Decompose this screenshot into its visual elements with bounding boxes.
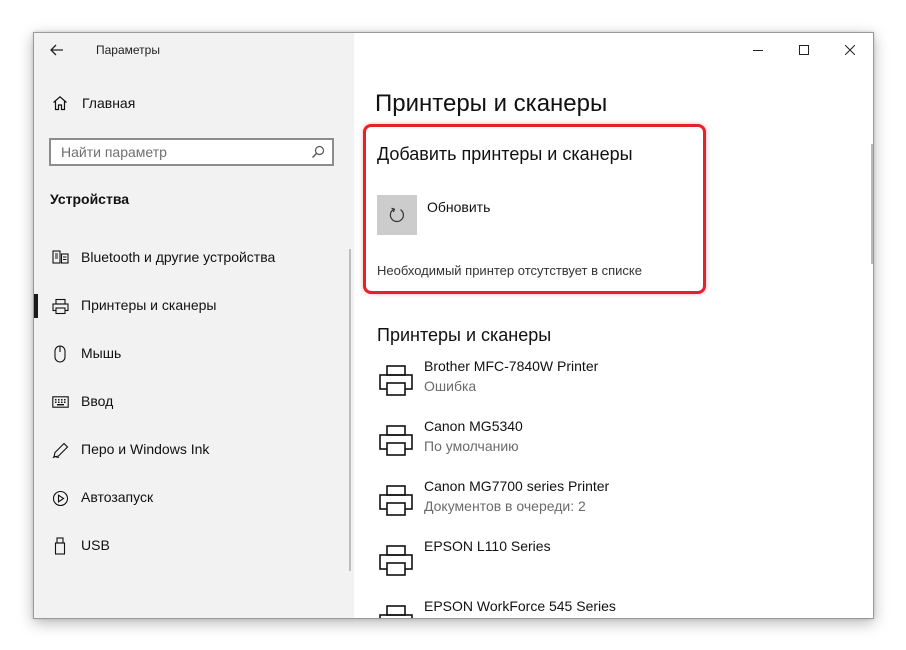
pen-icon bbox=[51, 441, 69, 459]
main-scrollbar[interactable] bbox=[871, 144, 873, 264]
printer-name: Canon MG7700 series Printer bbox=[424, 478, 610, 494]
mouse-icon bbox=[51, 345, 69, 363]
printer-icon bbox=[379, 605, 413, 618]
titlebar: Параметры bbox=[34, 33, 354, 67]
printer-name: Canon MG5340 bbox=[424, 418, 523, 434]
home-icon bbox=[53, 96, 67, 111]
search-icon[interactable] bbox=[311, 145, 325, 159]
window-controls bbox=[735, 33, 873, 67]
printer-icon bbox=[379, 425, 413, 456]
sidebar-item-label: Ввод bbox=[81, 393, 114, 409]
sidebar-item-input[interactable]: Ввод bbox=[34, 384, 354, 420]
back-arrow-icon bbox=[50, 44, 63, 56]
printers-list-title: Принтеры и сканеры bbox=[377, 325, 552, 345]
add-printers-title: Добавить принтеры и сканеры bbox=[377, 144, 633, 164]
usb-icon bbox=[51, 537, 69, 555]
minimize-button[interactable] bbox=[735, 33, 781, 67]
close-icon bbox=[845, 45, 855, 55]
maximize-icon bbox=[799, 45, 809, 55]
close-button[interactable] bbox=[827, 33, 873, 67]
sidebar-item-label: Мышь bbox=[81, 345, 122, 361]
sidebar-item-mouse[interactable]: Мышь bbox=[34, 336, 354, 372]
printer-list-item[interactable]: Brother MFC-7840W Printer Ошибка bbox=[374, 357, 794, 407]
printer-icon bbox=[379, 365, 413, 396]
printer-list-item[interactable]: Canon MG7700 series Printer Документов в… bbox=[374, 477, 794, 527]
maximize-button[interactable] bbox=[781, 33, 827, 67]
printer-icon bbox=[51, 297, 69, 315]
sidebar-item-label: Bluetooth и другие устройства bbox=[81, 249, 276, 265]
sidebar-scrollbar[interactable] bbox=[349, 249, 351, 571]
sidebar-item-printers[interactable]: Принтеры и сканеры bbox=[34, 288, 354, 324]
bluetooth-devices-icon bbox=[51, 249, 69, 267]
app-title: Параметры bbox=[96, 43, 160, 57]
printer-status: По умолчанию bbox=[424, 438, 519, 454]
sidebar-item-autoplay[interactable]: Автозапуск bbox=[34, 480, 354, 516]
printer-list-item[interactable]: Canon MG5340 По умолчанию bbox=[374, 417, 794, 467]
section-title: Устройства bbox=[50, 191, 130, 207]
sidebar: Параметры Главная Устройства bbox=[34, 33, 354, 618]
printer-icon bbox=[379, 545, 413, 576]
autoplay-icon bbox=[51, 489, 69, 507]
printer-name: EPSON L110 Series bbox=[424, 538, 551, 554]
refresh-button[interactable] bbox=[377, 195, 417, 235]
printer-icon bbox=[379, 485, 413, 516]
search-input[interactable] bbox=[51, 140, 321, 164]
printer-not-listed-link[interactable]: Необходимый принтер отсутствует в списке bbox=[377, 263, 642, 278]
printer-list-item[interactable]: EPSON WorkForce 545 Series bbox=[374, 597, 794, 618]
home-label: Главная bbox=[82, 95, 136, 111]
printer-status: Документов в очереди: 2 bbox=[424, 498, 586, 514]
printer-list-item[interactable]: EPSON L110 Series bbox=[374, 537, 794, 587]
sidebar-item-label: Принтеры и сканеры bbox=[81, 297, 217, 313]
keyboard-icon bbox=[51, 393, 69, 411]
search-box[interactable] bbox=[49, 138, 334, 166]
refresh-icon bbox=[389, 207, 404, 223]
settings-window: Параметры Главная Устройства bbox=[33, 32, 874, 619]
printer-status: Ошибка bbox=[424, 378, 477, 394]
back-button[interactable] bbox=[42, 37, 72, 63]
home-nav-item[interactable]: Главная bbox=[52, 95, 135, 111]
refresh-label[interactable]: Обновить bbox=[427, 199, 490, 215]
sidebar-item-usb[interactable]: USB bbox=[34, 528, 354, 564]
main-panel: Принтеры и сканеры Добавить принтеры и с… bbox=[354, 33, 873, 618]
sidebar-item-pen[interactable]: Перо и Windows Ink bbox=[34, 432, 354, 468]
sidebar-item-label: Автозапуск bbox=[81, 489, 154, 505]
sidebar-item-label: USB bbox=[81, 537, 110, 553]
printer-name: Brother MFC-7840W Printer bbox=[424, 358, 599, 374]
page-title: Принтеры и сканеры bbox=[375, 90, 608, 117]
minimize-icon bbox=[753, 50, 763, 51]
sidebar-item-label: Перо и Windows Ink bbox=[81, 441, 210, 457]
printer-name: EPSON WorkForce 545 Series bbox=[424, 598, 616, 614]
sidebar-item-bluetooth[interactable]: Bluetooth и другие устройства bbox=[34, 240, 354, 276]
